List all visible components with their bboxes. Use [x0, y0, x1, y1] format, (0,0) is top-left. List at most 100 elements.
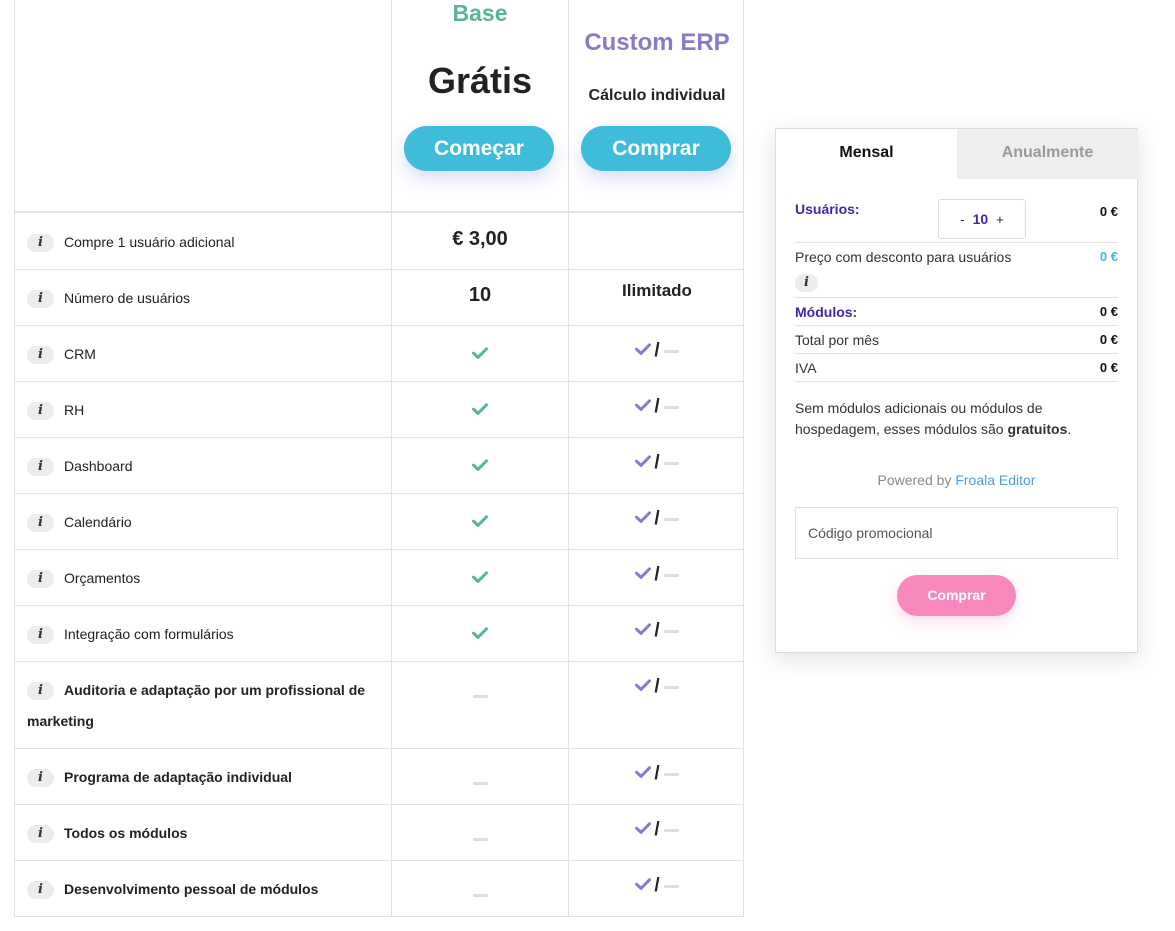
not-included-dash — [392, 831, 568, 849]
powered-by-text: Powered by — [877, 472, 952, 488]
feature-row: i Desenvolvimento pessoal de módulos / — [15, 861, 743, 917]
included-check-icon — [392, 458, 568, 476]
feature-label: i Número de usuários — [27, 283, 377, 314]
plan-price-custom-erp: Cálculo individual — [588, 87, 726, 104]
feature-row: i Dashboard / — [15, 438, 743, 494]
dash-icon — [472, 894, 488, 898]
info-icon[interactable]: i — [27, 682, 54, 700]
dash-icon — [663, 685, 679, 689]
optional-indicator: / — [569, 564, 745, 586]
note-end: . — [1067, 421, 1072, 437]
included-check-icon — [392, 346, 568, 364]
optional-indicator: / — [569, 620, 745, 642]
info-icon[interactable]: i — [795, 274, 818, 292]
check-icon — [472, 570, 488, 588]
dash-icon — [663, 884, 679, 888]
base-value: 10 — [468, 284, 492, 306]
slash-separator: / — [654, 875, 660, 896]
feature-name: Orçamentos — [64, 570, 141, 586]
optional-indicator: / — [569, 763, 745, 785]
feature-row: i Auditoria e adaptação por um profission… — [15, 662, 743, 749]
users-amount: 0 € — [1099, 204, 1118, 219]
info-icon[interactable]: i — [27, 346, 54, 364]
slash-separator: / — [654, 763, 660, 784]
check-icon — [635, 877, 652, 895]
pricing-table: Base Grátis Começar Custom ERP Cálculo i… — [14, 0, 744, 917]
feature-name: Desenvolvimento pessoal de módulos — [64, 881, 319, 897]
not-included-dash — [392, 688, 568, 706]
check-icon — [635, 454, 652, 472]
vat-row: IVA 0 € — [795, 354, 1118, 382]
info-icon[interactable]: i — [27, 881, 54, 899]
slash-separator: / — [654, 620, 660, 641]
optional-indicator: / — [569, 508, 745, 530]
plan-title-base: Base — [452, 0, 508, 26]
dash-icon — [472, 838, 488, 842]
info-icon[interactable]: i — [27, 570, 54, 588]
tab-yearly[interactable]: Anualmente — [957, 129, 1138, 179]
users-stepper: -10 + — [938, 199, 1026, 239]
check-icon — [472, 346, 488, 364]
dash-icon — [663, 461, 679, 465]
feature-name: Integração com formulários — [64, 626, 234, 642]
info-icon[interactable]: i — [27, 769, 54, 787]
total-row: Total por mês 0 € — [795, 326, 1118, 354]
plan-price-base: Grátis — [427, 60, 533, 101]
info-icon[interactable]: i — [27, 234, 54, 252]
modules-amount: 0 € — [1099, 304, 1118, 319]
promo-code-input[interactable] — [795, 507, 1118, 559]
info-icon[interactable]: i — [27, 458, 54, 476]
slash-separator: / — [654, 676, 660, 697]
feature-name: Número de usuários — [64, 290, 191, 306]
feature-row: i Programa de adaptação individual / — [15, 749, 743, 805]
slash-separator: / — [654, 452, 660, 473]
info-icon[interactable]: i — [27, 825, 54, 843]
check-icon — [472, 402, 488, 420]
feature-name: Compre 1 usuário adicional — [64, 234, 235, 250]
optional-indicator: / — [569, 452, 745, 474]
feature-row: i Calendário / — [15, 494, 743, 550]
feature-label: i Desenvolvimento pessoal de módulos — [27, 874, 377, 905]
discount-amount: 0 € — [1099, 249, 1118, 264]
included-check-icon — [392, 570, 568, 588]
tab-monthly[interactable]: Mensal — [776, 129, 957, 179]
check-icon — [472, 626, 488, 644]
buy-button[interactable]: Comprar — [897, 575, 1016, 616]
froala-link[interactable]: Froala Editor — [955, 472, 1035, 488]
info-icon[interactable]: i — [27, 626, 54, 644]
optional-indicator: / — [569, 396, 745, 418]
feature-label: i Compre 1 usuário adicional — [27, 227, 377, 258]
included-check-icon — [392, 626, 568, 644]
check-icon — [635, 510, 652, 528]
total-amount: 0 € — [1099, 332, 1118, 347]
dash-icon — [663, 517, 679, 521]
not-included-dash — [392, 887, 568, 905]
feature-row: i Todos os módulos / — [15, 805, 743, 861]
note-bold: gratuitos — [1007, 421, 1068, 437]
check-icon — [635, 678, 652, 696]
dash-icon — [663, 573, 679, 577]
optional-indicator: / — [569, 676, 745, 698]
check-icon — [472, 514, 488, 532]
powered-by: Powered by Froala Editor — [776, 472, 1137, 488]
billing-tabs: Mensal Anualmente — [776, 129, 1138, 179]
dash-icon — [663, 772, 679, 776]
check-icon — [472, 458, 488, 476]
feature-label: i Orçamentos — [27, 563, 377, 594]
slash-separator: / — [654, 564, 660, 585]
decrement-button[interactable]: - — [960, 212, 964, 227]
buy-custom-button[interactable]: Comprar — [581, 126, 731, 171]
info-icon[interactable]: i — [27, 514, 54, 532]
feature-row: i Integração com formulários / — [15, 606, 743, 662]
feature-label: i RH — [27, 395, 377, 426]
feature-label: i Integração com formulários — [27, 619, 377, 650]
feature-row: i CRM / — [15, 326, 743, 382]
info-icon[interactable]: i — [27, 402, 54, 420]
increment-button[interactable]: + — [996, 212, 1004, 227]
discount-label: Preço com desconto para usuários — [795, 249, 1012, 265]
feature-name: Dashboard — [64, 458, 133, 474]
note-text: Sem módulos adicionais ou módulos de hos… — [795, 400, 1043, 437]
info-icon[interactable]: i — [27, 290, 54, 308]
start-button[interactable]: Começar — [404, 126, 554, 171]
vat-amount: 0 € — [1099, 360, 1118, 375]
